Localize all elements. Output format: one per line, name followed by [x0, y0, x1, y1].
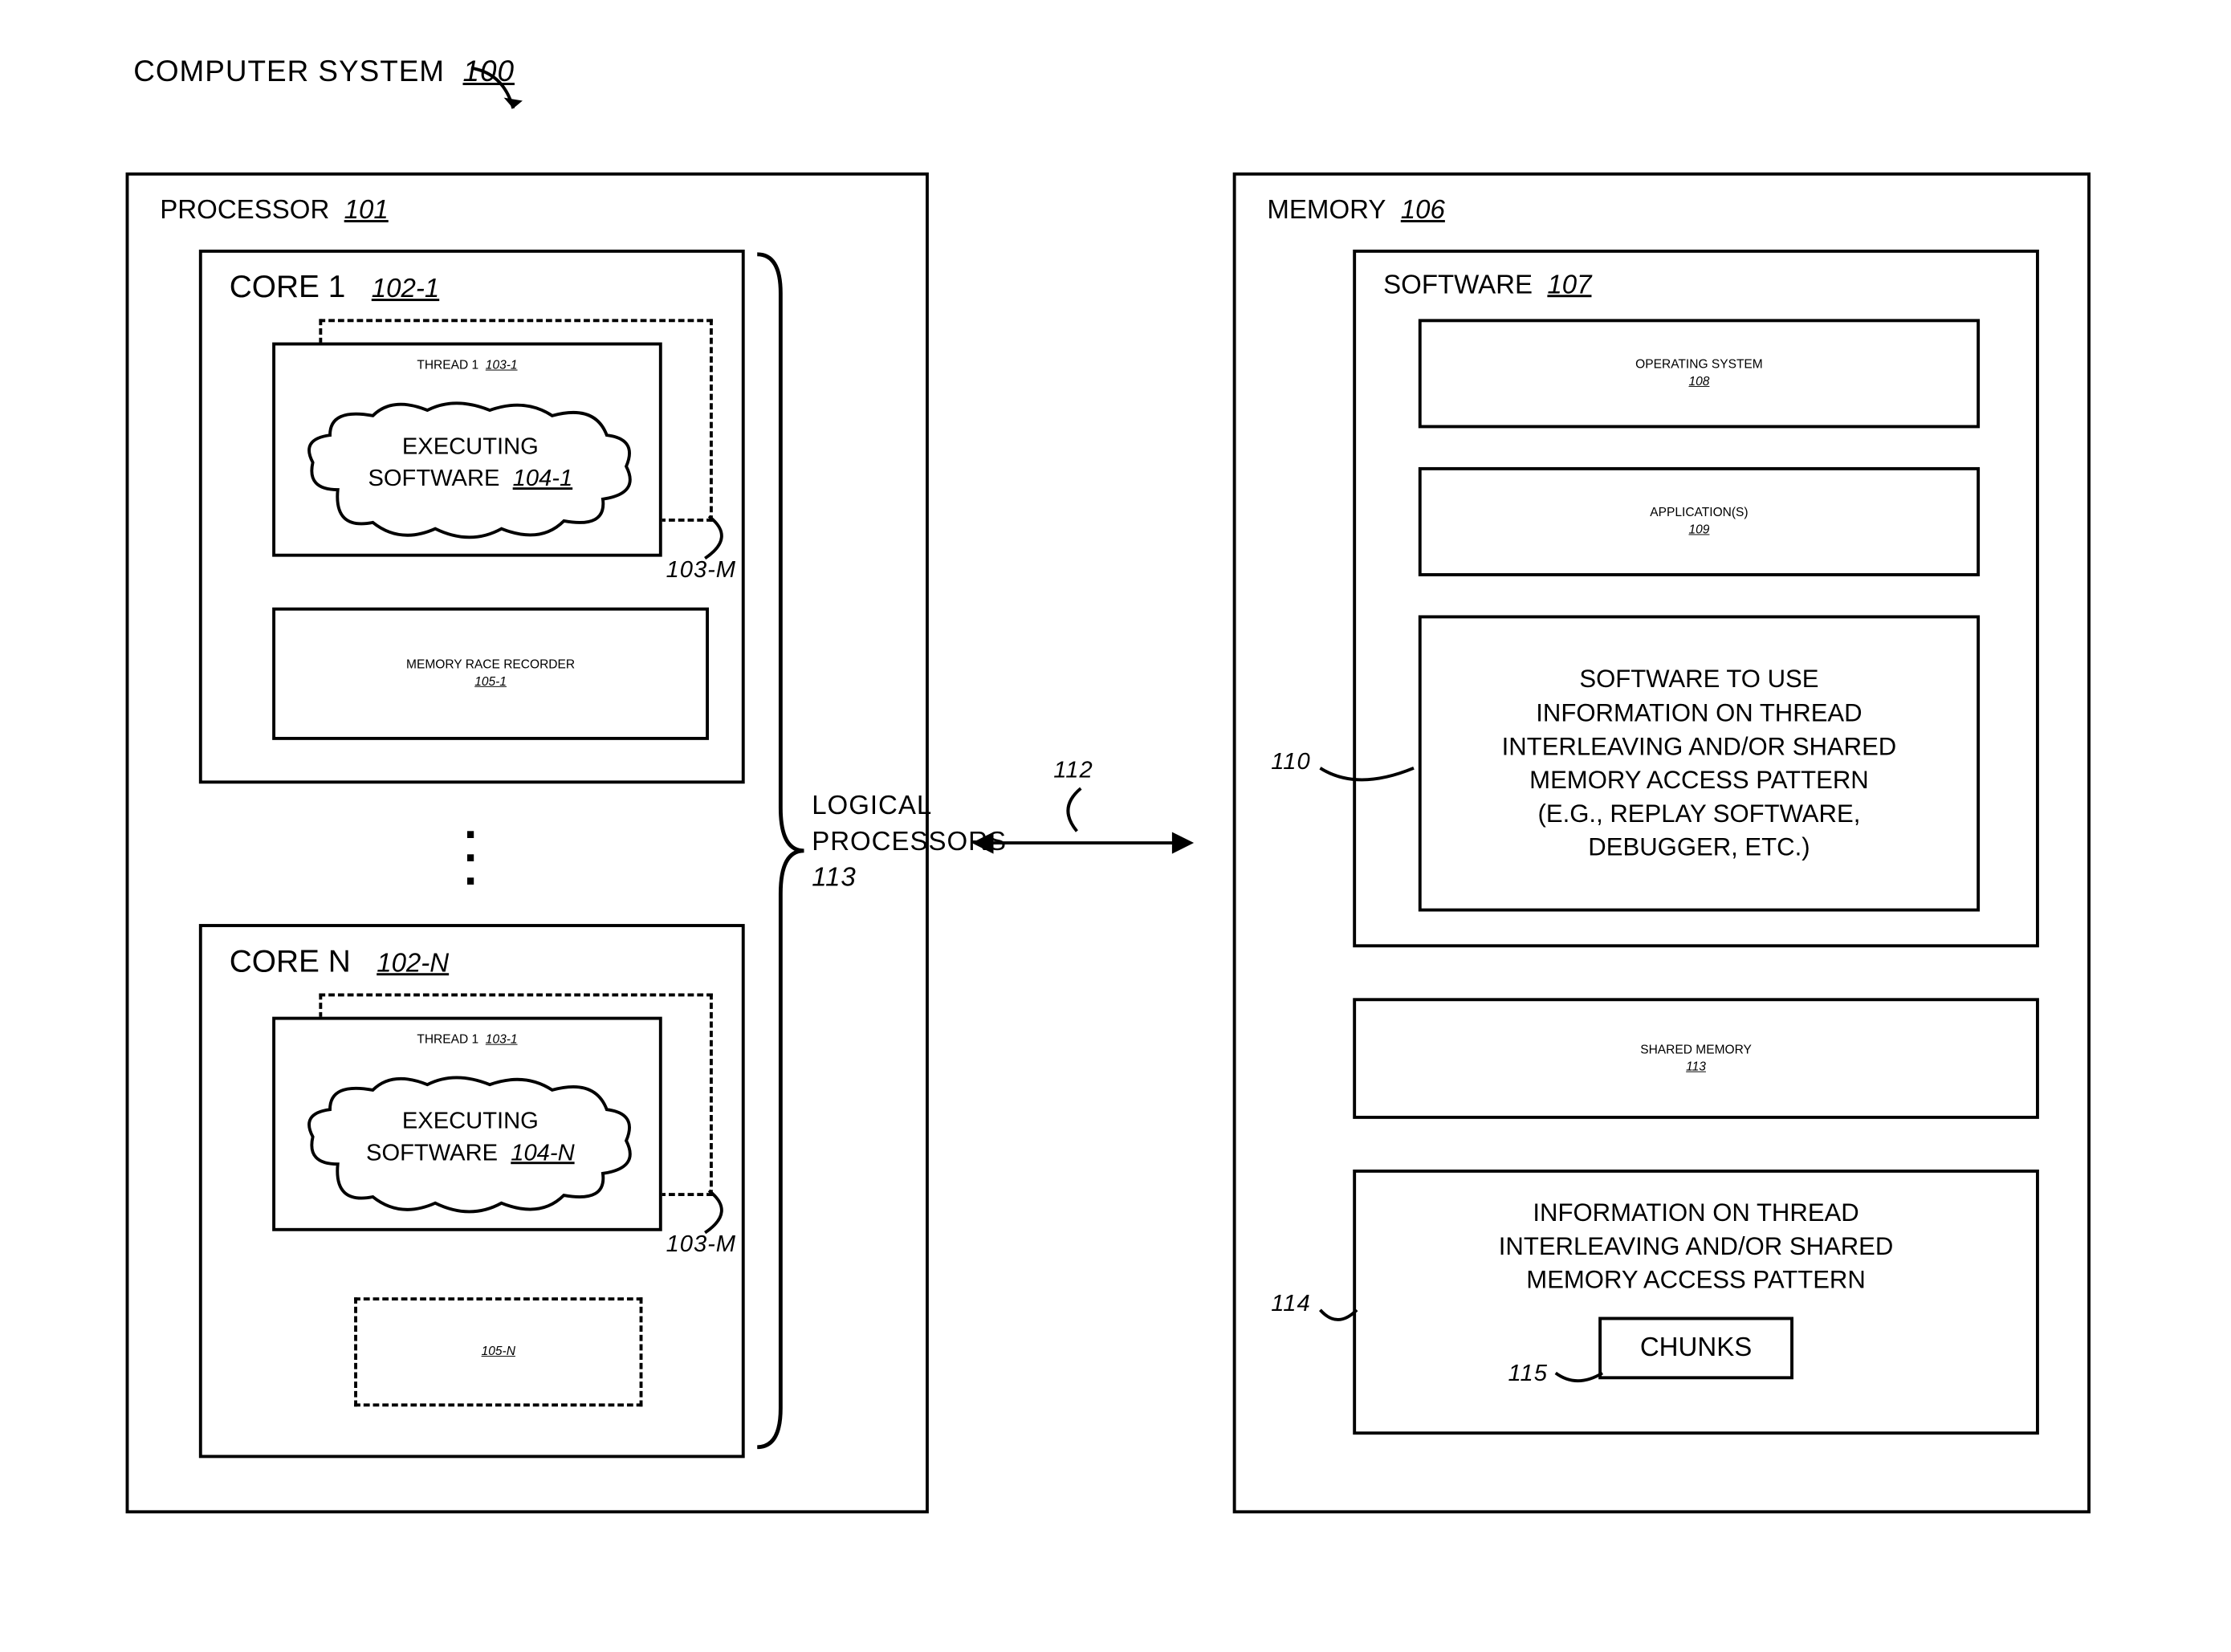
- software-label: SOFTWARE 107: [1383, 270, 1591, 300]
- info-box: INFORMATION ON THREAD INTERLEAVING AND/O…: [1353, 1170, 2039, 1434]
- core-1-cloud-icon: EXECUTING SOFTWARE 104-1: [299, 397, 641, 548]
- chunks-leader: [1549, 1353, 1612, 1400]
- processor-label: PROCESSOR 101: [160, 195, 388, 226]
- link-arrow-left-icon: [971, 832, 993, 853]
- memory-box: MEMORY 106 SOFTWARE 107 OPERATING SYSTEM…: [1233, 173, 2091, 1513]
- shared-memory-box: SHARED MEMORY 113: [1353, 998, 2039, 1119]
- core-n-thread-1-box: THREAD 1 103-1 EXECUTING SOFTWARE 104-N: [272, 1017, 662, 1231]
- core-n-cloud-icon: EXECUTING SOFTWARE 104-N: [299, 1071, 641, 1223]
- software-box: SOFTWARE 107 OPERATING SYSTEM 108 APPLIC…: [1353, 250, 2039, 947]
- diagram-canvas: COMPUTER SYSTEM 100 PROCESSOR 101 CORE 1…: [32, 32, 2199, 1574]
- core-1-thread-1-label: THREAD 1 103-1: [275, 357, 659, 374]
- link-arrow-line: [991, 841, 1175, 844]
- title-arrow-icon: [465, 62, 535, 132]
- use-info-leader: [1314, 745, 1423, 800]
- core-n-mrr-dashed: 105-N: [354, 1297, 642, 1406]
- os-box: OPERATING SYSTEM 108: [1419, 319, 1980, 428]
- logical-processors-brace-icon: [750, 246, 812, 1455]
- link-ref: 112: [1053, 757, 1093, 783]
- info-leader: [1314, 1287, 1369, 1341]
- use-info-box: SOFTWARE TO USE INFORMATION ON THREAD IN…: [1419, 615, 1980, 911]
- core-n-cloud-text: EXECUTING SOFTWARE 104-N: [299, 1105, 641, 1169]
- link-leader: [1049, 784, 1104, 839]
- core-n-thread-1-label: THREAD 1 103-1: [275, 1031, 659, 1048]
- memory-label: MEMORY 106: [1267, 195, 1444, 226]
- core-1-103m-ref: 103-M: [666, 557, 736, 584]
- core-1-thread-1-box: THREAD 1 103-1 EXECUTING SOFTWARE 104-1: [272, 343, 662, 557]
- core-1-mrr-box: MEMORY RACE RECORDER 105-1: [272, 608, 709, 740]
- chunks-ref: 115: [1508, 1358, 1548, 1390]
- applications-box: APPLICATION(S) 109: [1419, 467, 1980, 576]
- core-vdots: ···: [456, 823, 487, 893]
- core-1-box: CORE 1 102-1 THREAD 1 103-1 EXECUTING SO…: [199, 250, 745, 783]
- use-info-ref: 110: [1271, 749, 1310, 775]
- diagram-title: COMPUTER SYSTEM 100: [133, 55, 515, 89]
- core-1-cloud-text: EXECUTING SOFTWARE 104-1: [299, 431, 641, 494]
- chunks-box: CHUNKS: [1598, 1316, 1793, 1379]
- core-1-label: CORE 1 102-1: [230, 270, 439, 305]
- info-ref: 114: [1271, 1291, 1310, 1317]
- core-n-box: CORE N 102-N THREAD 1 103-1 EXECUTING SO…: [199, 924, 745, 1458]
- core-n-103m-ref: 103-M: [666, 1231, 736, 1258]
- core-n-label: CORE N 102-N: [230, 944, 449, 979]
- link-arrow-right-icon: [1172, 832, 1194, 853]
